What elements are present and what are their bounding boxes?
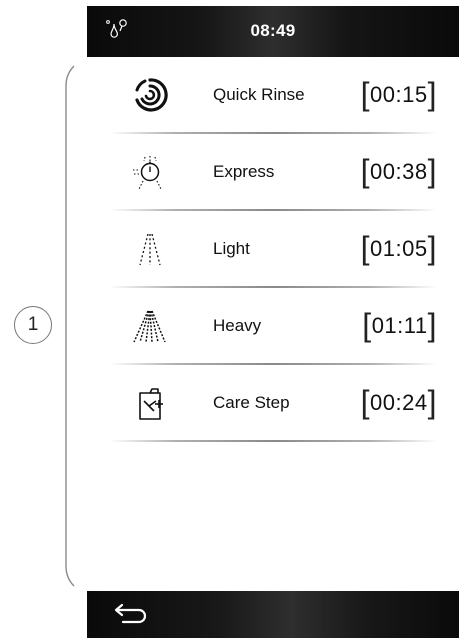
program-row-light[interactable]: Light [01:05] [87,211,459,288]
program-label: Light [213,239,250,258]
program-duration: [00:15] [360,76,437,112]
callout-bracket [65,65,75,587]
program-row-care-step[interactable]: Care Step [00:24] [87,365,459,442]
program-duration: [01:11] [362,307,437,343]
status-bar: 08:49 [87,6,459,57]
express-icon [133,156,162,190]
program-duration: [01:05] [360,230,437,266]
program-duration: [00:38] [360,153,437,189]
program-label: Heavy [213,316,262,335]
program-duration: [00:24] [360,384,437,420]
row-divider [109,440,437,442]
light-spray-icon [139,233,161,266]
program-label: Express [213,162,275,181]
heavy-spray-icon [133,310,166,343]
program-label: Care Step [213,393,290,412]
program-label: Quick Rinse [213,85,305,104]
program-list: Quick Rinse [00:15] Express [00:38] Ligh… [87,57,459,442]
program-row-express[interactable]: Express [00:38] [87,134,459,211]
device-screen: 08:49 Quick Rinse [00:15] Express [00:38… [87,6,459,638]
callout-number: 1 [14,306,52,344]
care-step-icon [139,388,163,420]
program-row-quick-rinse[interactable]: Quick Rinse [00:15] [87,57,459,134]
back-arrow-icon[interactable] [111,601,155,629]
clock-time: 08:49 [250,21,296,40]
program-row-heavy[interactable]: Heavy [01:11] [87,288,459,365]
quick-rinse-icon [135,78,168,112]
navigation-bar [87,591,459,638]
